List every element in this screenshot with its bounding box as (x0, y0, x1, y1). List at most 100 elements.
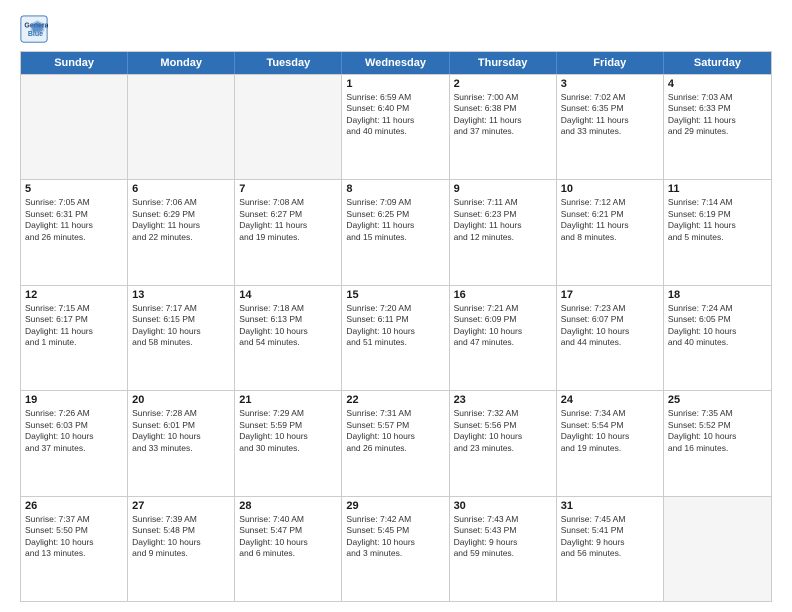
cell-info-line: Sunrise: 7:24 AM (668, 303, 767, 314)
empty-cell (664, 497, 771, 601)
day-cell-11: 11Sunrise: 7:14 AMSunset: 6:19 PMDayligh… (664, 180, 771, 284)
day-cell-23: 23Sunrise: 7:32 AMSunset: 5:56 PMDayligh… (450, 391, 557, 495)
cell-info-line: Daylight: 11 hours (561, 115, 659, 126)
day-cell-3: 3Sunrise: 7:02 AMSunset: 6:35 PMDaylight… (557, 75, 664, 179)
calendar-row-1: 1Sunrise: 6:59 AMSunset: 6:40 PMDaylight… (21, 74, 771, 179)
cell-info-line: Sunrise: 7:39 AM (132, 514, 230, 525)
header: General Blue (20, 15, 772, 43)
cell-info-line: and 54 minutes. (239, 337, 337, 348)
cell-info-line: Sunrise: 7:20 AM (346, 303, 444, 314)
cell-info-line: Daylight: 10 hours (239, 431, 337, 442)
cell-info-line: Sunset: 6:33 PM (668, 103, 767, 114)
day-header-thursday: Thursday (450, 52, 557, 74)
cell-info-line: Sunrise: 7:31 AM (346, 408, 444, 419)
day-cell-5: 5Sunrise: 7:05 AMSunset: 6:31 PMDaylight… (21, 180, 128, 284)
day-number: 11 (668, 183, 767, 195)
cell-info-line: and 12 minutes. (454, 232, 552, 243)
day-header-monday: Monday (128, 52, 235, 74)
cell-info-line: and 37 minutes. (454, 126, 552, 137)
cell-info-line: Daylight: 11 hours (132, 220, 230, 231)
cell-info-line: and 8 minutes. (561, 232, 659, 243)
cell-info-line: Sunrise: 7:00 AM (454, 92, 552, 103)
day-cell-27: 27Sunrise: 7:39 AMSunset: 5:48 PMDayligh… (128, 497, 235, 601)
cell-info-line: and 30 minutes. (239, 443, 337, 454)
cell-info-line: Sunrise: 7:45 AM (561, 514, 659, 525)
cell-info-line: Daylight: 10 hours (25, 431, 123, 442)
cell-info-line: and 5 minutes. (668, 232, 767, 243)
day-cell-1: 1Sunrise: 6:59 AMSunset: 6:40 PMDaylight… (342, 75, 449, 179)
cell-info-line: Sunset: 6:03 PM (25, 420, 123, 431)
cell-info-line: Daylight: 11 hours (561, 220, 659, 231)
cell-info-line: and 44 minutes. (561, 337, 659, 348)
day-cell-18: 18Sunrise: 7:24 AMSunset: 6:05 PMDayligh… (664, 286, 771, 390)
cell-info-line: Sunrise: 7:37 AM (25, 514, 123, 525)
day-cell-24: 24Sunrise: 7:34 AMSunset: 5:54 PMDayligh… (557, 391, 664, 495)
day-cell-6: 6Sunrise: 7:06 AMSunset: 6:29 PMDaylight… (128, 180, 235, 284)
cell-info-line: Sunset: 6:05 PM (668, 314, 767, 325)
day-number: 29 (346, 500, 444, 512)
day-number: 2 (454, 78, 552, 90)
cell-info-line: Sunset: 5:57 PM (346, 420, 444, 431)
day-number: 23 (454, 394, 552, 406)
cell-info-line: Sunset: 6:38 PM (454, 103, 552, 114)
calendar-row-3: 12Sunrise: 7:15 AMSunset: 6:17 PMDayligh… (21, 285, 771, 390)
empty-cell (235, 75, 342, 179)
cell-info-line: Sunrise: 7:15 AM (25, 303, 123, 314)
cell-info-line: Sunrise: 7:18 AM (239, 303, 337, 314)
day-header-friday: Friday (557, 52, 664, 74)
cell-info-line: Daylight: 10 hours (132, 326, 230, 337)
logo-icon: General Blue (20, 15, 48, 43)
cell-info-line: and 1 minute. (25, 337, 123, 348)
day-cell-25: 25Sunrise: 7:35 AMSunset: 5:52 PMDayligh… (664, 391, 771, 495)
cell-info-line: and 19 minutes. (239, 232, 337, 243)
cell-info-line: Daylight: 10 hours (454, 431, 552, 442)
day-number: 17 (561, 289, 659, 301)
cell-info-line: Sunrise: 7:34 AM (561, 408, 659, 419)
day-number: 4 (668, 78, 767, 90)
cell-info-line: Daylight: 10 hours (132, 431, 230, 442)
page: General Blue SundayMondayTuesdayWednesda… (0, 0, 792, 612)
day-cell-12: 12Sunrise: 7:15 AMSunset: 6:17 PMDayligh… (21, 286, 128, 390)
cell-info-line: Daylight: 10 hours (25, 537, 123, 548)
empty-cell (128, 75, 235, 179)
cell-info-line: Daylight: 9 hours (561, 537, 659, 548)
cell-info-line: Daylight: 11 hours (668, 115, 767, 126)
day-number: 16 (454, 289, 552, 301)
cell-info-line: and 23 minutes. (454, 443, 552, 454)
day-cell-4: 4Sunrise: 7:03 AMSunset: 6:33 PMDaylight… (664, 75, 771, 179)
day-cell-9: 9Sunrise: 7:11 AMSunset: 6:23 PMDaylight… (450, 180, 557, 284)
day-cell-16: 16Sunrise: 7:21 AMSunset: 6:09 PMDayligh… (450, 286, 557, 390)
cell-info-line: Daylight: 11 hours (454, 115, 552, 126)
cell-info-line: Sunset: 5:41 PM (561, 525, 659, 536)
cell-info-line: Sunset: 6:19 PM (668, 209, 767, 220)
cell-info-line: Sunset: 5:43 PM (454, 525, 552, 536)
cell-info-line: Sunrise: 7:21 AM (454, 303, 552, 314)
cell-info-line: and 56 minutes. (561, 548, 659, 559)
calendar-body: 1Sunrise: 6:59 AMSunset: 6:40 PMDaylight… (21, 74, 771, 601)
cell-info-line: Sunset: 6:23 PM (454, 209, 552, 220)
calendar: SundayMondayTuesdayWednesdayThursdayFrid… (20, 51, 772, 602)
cell-info-line: Sunset: 6:11 PM (346, 314, 444, 325)
cell-info-line: Sunrise: 7:35 AM (668, 408, 767, 419)
cell-info-line: and 15 minutes. (346, 232, 444, 243)
day-cell-21: 21Sunrise: 7:29 AMSunset: 5:59 PMDayligh… (235, 391, 342, 495)
cell-info-line: Sunrise: 6:59 AM (346, 92, 444, 103)
day-cell-8: 8Sunrise: 7:09 AMSunset: 6:25 PMDaylight… (342, 180, 449, 284)
cell-info-line: Sunset: 6:40 PM (346, 103, 444, 114)
day-cell-7: 7Sunrise: 7:08 AMSunset: 6:27 PMDaylight… (235, 180, 342, 284)
cell-info-line: and 19 minutes. (561, 443, 659, 454)
day-number: 6 (132, 183, 230, 195)
cell-info-line: Sunset: 5:47 PM (239, 525, 337, 536)
day-number: 13 (132, 289, 230, 301)
day-cell-28: 28Sunrise: 7:40 AMSunset: 5:47 PMDayligh… (235, 497, 342, 601)
day-header-sunday: Sunday (21, 52, 128, 74)
cell-info-line: and 26 minutes. (346, 443, 444, 454)
empty-cell (21, 75, 128, 179)
cell-info-line: Sunrise: 7:32 AM (454, 408, 552, 419)
cell-info-line: Sunset: 6:15 PM (132, 314, 230, 325)
day-number: 18 (668, 289, 767, 301)
cell-info-line: Sunrise: 7:12 AM (561, 197, 659, 208)
cell-info-line: Sunset: 6:35 PM (561, 103, 659, 114)
day-number: 14 (239, 289, 337, 301)
day-number: 28 (239, 500, 337, 512)
